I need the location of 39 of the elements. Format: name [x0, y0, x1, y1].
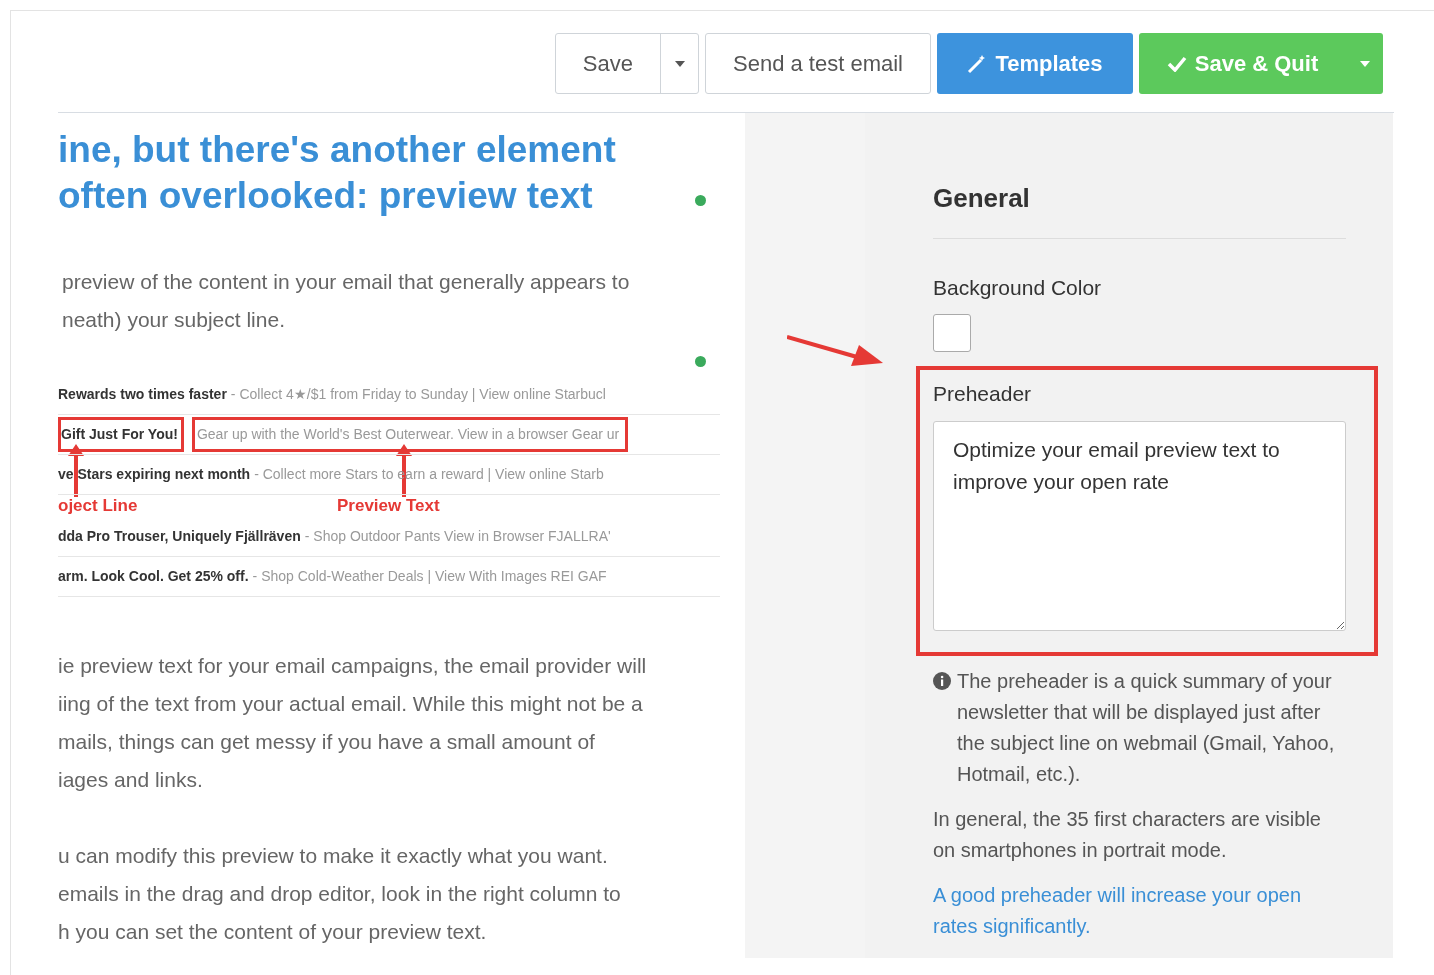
email-subject: arm. Look Cool. Get 25% off.: [58, 567, 249, 586]
email-subject: Gift Just For You!: [58, 417, 184, 452]
body-text: preview of the content in your email that generally appears to: [62, 269, 631, 295]
info-icon: [933, 672, 951, 690]
field-label: Background Color: [933, 275, 1103, 301]
body-text: iing of the text from your actual email. While this might not be a: [58, 691, 644, 717]
email-row[interactable]: Rewards two times faster - Collect 4★/$1 from Friday to Sunday | View online Starbucl: [58, 375, 720, 415]
email-preview: - Shop Cold-Weather Deals | View With Images REI GAF: [252, 567, 607, 586]
email-preview: - Collect 4★/$1 from Friday to Sunday | View online Starbucl: [230, 385, 606, 404]
pointer-arrow-icon: [787, 333, 883, 367]
body-text: neath) your subject line.: [62, 307, 286, 333]
check-icon: [1166, 55, 1187, 72]
email-preview: - Shop Outdoor Pants View in Browser FJALLRA': [304, 527, 611, 546]
body-text: mails, things can get messy if you have a small amount of: [58, 729, 596, 755]
email-preview: Gear up with the World's Best Outerwear. View in a browser Gear ur: [191, 417, 629, 452]
help-text: The preheader is a quick summary of your newsletter that will be displayed just after the subject line on webmail (Gmail, Yahoo, Hotmail, etc.).: [957, 669, 1336, 787]
email-row[interactable]: arm. Look Cool. Get 25% off. - Shop Cold-Weather Deals | View With Images REI GAF: [58, 557, 720, 597]
help-text: In general, the 35 first characters are visible on smartphones in portrait mode.: [933, 807, 1322, 863]
annotation-label: oject Line: [58, 495, 138, 517]
send-test-email-button[interactable]: Send a test email: [705, 33, 931, 94]
email-subject: Rewards two times faster: [58, 385, 227, 404]
caret-icon: [673, 59, 686, 68]
section-title: General: [933, 182, 1031, 215]
article-heading: often overlooked: preview text: [58, 174, 593, 218]
body-text: iages and links.: [58, 767, 204, 793]
body-text: h you can set the content of your preview text.: [58, 919, 488, 945]
body-text: u can modify this preview to make it exactly what you want.: [58, 843, 609, 869]
field-label: Preheader: [933, 380, 1033, 407]
article-heading: ine, but there's another element: [58, 128, 616, 172]
email-subject: ve Stars expiring next month: [58, 465, 251, 484]
caret-icon: [1358, 59, 1371, 68]
preheader-field[interactable]: Optimize your email preview text to improve your open rate: [933, 421, 1346, 631]
email-row[interactable]: Gift Just For You! Gear up with the World's Best Outerwear. View in a browser Gear ur: [58, 415, 720, 455]
annotation-label: Preview Text: [337, 495, 440, 517]
body-text: ie preview text for your email campaigns, the email provider will: [58, 653, 648, 679]
body-text: emails in the drag and drop editor, look in the right column to: [58, 881, 622, 907]
email-row[interactable]: dda Pro Trouser, Uniquely Fjällräven - Shop Outdoor Pants View in Browser FJALLRA': [58, 517, 720, 557]
email-subject: dda Pro Trouser, Uniquely Fjällräven: [58, 527, 301, 546]
color-swatch[interactable]: [933, 313, 971, 352]
